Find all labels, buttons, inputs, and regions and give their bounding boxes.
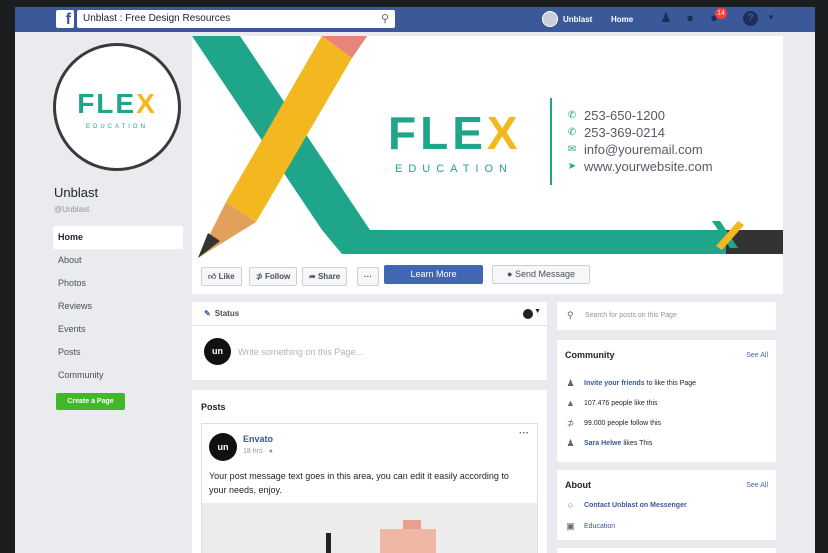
category-row: ▣ Education (565, 521, 615, 532)
friend-name-link[interactable]: Sara Helwe (584, 440, 621, 447)
learn-more-button[interactable]: Learn More (384, 265, 483, 284)
globe-icon: ● (268, 448, 273, 455)
post-composer: ✎ Status ▼ un Write something on this Pag… (192, 302, 547, 380)
nav-item-reviews[interactable]: Reviews (53, 295, 183, 318)
home-link[interactable]: Home (611, 15, 633, 24)
search-input[interactable]: Unblast : Free Design Resources ⚲ (77, 10, 395, 28)
phone-icon: ✆ (567, 127, 577, 138)
cover-brand-subtitle: EDUCATION (395, 163, 513, 175)
profile-name: Unblast (563, 14, 593, 24)
account-menu-icon[interactable]: ▼ (767, 13, 775, 22)
page-search-input[interactable]: ⚲ Search for posts on this Page (557, 302, 776, 330)
friends-icon: ♟ (566, 438, 575, 448)
cover-photo[interactable]: FLEX EDUCATION ✆ 253-650-1200 ✆ 253-369-02… (192, 36, 783, 266)
search-icon[interactable]: ⚲ (381, 10, 389, 28)
send-message-button[interactable]: ● Send Message (492, 265, 590, 284)
help-icon[interactable]: ? (743, 11, 758, 26)
likes-row: ▲ 107.476 people like this (566, 398, 658, 408)
contact-row: ✆ 253-650-1200 (567, 108, 665, 123)
more-button[interactable]: ··· (357, 267, 379, 286)
messenger-icon: ● (507, 269, 513, 279)
notifications-icon[interactable]: ● 14 (706, 8, 727, 26)
notification-icons: ♟ ● ● 14 (658, 8, 727, 26)
chevron-down-icon[interactable]: ▼ (534, 308, 541, 315)
thumbs-up-icon: ▲ (566, 398, 575, 408)
nav-item-home[interactable]: Home (53, 226, 183, 249)
contact-row: ➤ www.yourwebsite.com (567, 159, 713, 174)
composer-input[interactable]: Write something on this Page... (238, 347, 363, 357)
posts-section: Posts un Envato 18 hrs · ● ··· Your post… (192, 390, 547, 553)
community-card: Community See All ♟ Invite your friends … (557, 340, 776, 462)
about-card: About See All ○ Contact Unblast on Messe… (557, 470, 776, 540)
post-message: Your post message text goes in this area… (209, 471, 509, 495)
facebook-page-window: f Unblast : Free Design Resources ⚲ Unbl… (15, 7, 815, 553)
image-object (326, 533, 331, 553)
invite-friends-link[interactable]: Invite your friends (584, 380, 645, 387)
friend-likes-row: ♟ Sara Helwe likes This (566, 438, 653, 448)
left-navigation: Home About Photos Reviews Events Posts C… (53, 226, 183, 387)
follow-button[interactable]: ⊅ Follow (249, 267, 298, 286)
avatar (542, 11, 558, 27)
search-icon: ⚲ (567, 310, 574, 320)
facebook-logo-icon[interactable]: f (56, 10, 74, 28)
nav-item-photos[interactable]: Photos (53, 272, 183, 295)
invite-icon: ♟ (566, 378, 575, 388)
post-timestamp[interactable]: 18 hrs · ● (243, 448, 273, 455)
category-link[interactable]: Education (584, 523, 615, 530)
web-icon: ➤ (567, 161, 577, 172)
invite-friends-row: ♟ Invite your friends to like this Page (566, 378, 697, 388)
like-icon: 👍︎ (208, 272, 217, 281)
follow-icon: ⊅ (256, 272, 263, 281)
pencil-icon: ✎ (204, 309, 211, 318)
friend-requests-icon[interactable]: ♟ (658, 10, 674, 26)
top-navigation-bar: f Unblast : Free Design Resources ⚲ Unbl… (15, 7, 815, 32)
avatar: un (204, 338, 231, 365)
notification-badge: 14 (715, 8, 727, 19)
nav-item-events[interactable]: Events (53, 318, 183, 341)
cover-contacts: ✆ 253-650-1200 ✆ 253-369-0214 ✉ info@yourem… (567, 107, 713, 175)
share-button[interactable]: ➦ Share (302, 267, 348, 286)
profile-picture[interactable]: FLEX EDUCATION (53, 43, 181, 171)
like-button[interactable]: 👍︎ Like (201, 267, 242, 286)
profile-logo-subtitle: EDUCATION (86, 124, 148, 130)
cover-brand-wordmark: FLEX (388, 107, 522, 159)
contact-row: ✆ 253-369-0214 (567, 125, 665, 140)
mail-icon: ✉ (567, 144, 577, 155)
profile-logo-wordmark: FLEX (77, 88, 157, 119)
about-see-all-link[interactable]: See All (746, 482, 768, 489)
nav-item-posts[interactable]: Posts (53, 341, 183, 364)
contact-messenger-link[interactable]: Contact Unblast on Messenger (584, 502, 687, 509)
category-icon: ▣ (566, 521, 575, 531)
image-object (380, 529, 436, 553)
post-card: un Envato 18 hrs · ● ··· Your post messa… (201, 423, 538, 553)
nav-item-about[interactable]: About (53, 249, 183, 272)
contact-row: ✉ info@youremail.com (567, 142, 703, 157)
posts-heading: Posts (201, 402, 226, 412)
avatar[interactable]: un (209, 433, 237, 461)
search-value: Unblast : Free Design Resources (83, 13, 231, 24)
follow-icon: ⊅ (566, 418, 575, 428)
cover-divider (550, 98, 552, 185)
create-page-button[interactable]: Create a Page (56, 393, 125, 410)
status-tab[interactable]: ✎ Status (192, 302, 547, 326)
messenger-icon: ○ (567, 500, 574, 510)
page-action-bar: 👍︎ Like ⊅ Follow ➦ Share ··· (192, 259, 783, 294)
page-handle: @Unblast (54, 205, 90, 214)
follows-row: ⊅ 99.000 people follow this (566, 418, 662, 428)
phone-icon: ✆ (567, 110, 577, 121)
post-image[interactable] (202, 503, 537, 553)
messenger-row: ○ Contact Unblast on Messenger (565, 500, 687, 510)
next-card (557, 548, 776, 553)
community-heading: Community (565, 350, 615, 360)
post-author[interactable]: Envato (243, 434, 273, 444)
post-options-button[interactable]: ··· (519, 428, 529, 439)
share-icon: ➦ (309, 272, 316, 281)
page-title[interactable]: Unblast (54, 185, 98, 200)
about-heading: About (565, 480, 591, 490)
community-see-all-link[interactable]: See All (746, 352, 768, 359)
messenger-icon[interactable]: ● (682, 10, 698, 26)
profile-link[interactable]: Unblast (542, 11, 592, 27)
audience-selector-icon[interactable] (523, 309, 533, 319)
nav-item-community[interactable]: Community (53, 364, 183, 387)
